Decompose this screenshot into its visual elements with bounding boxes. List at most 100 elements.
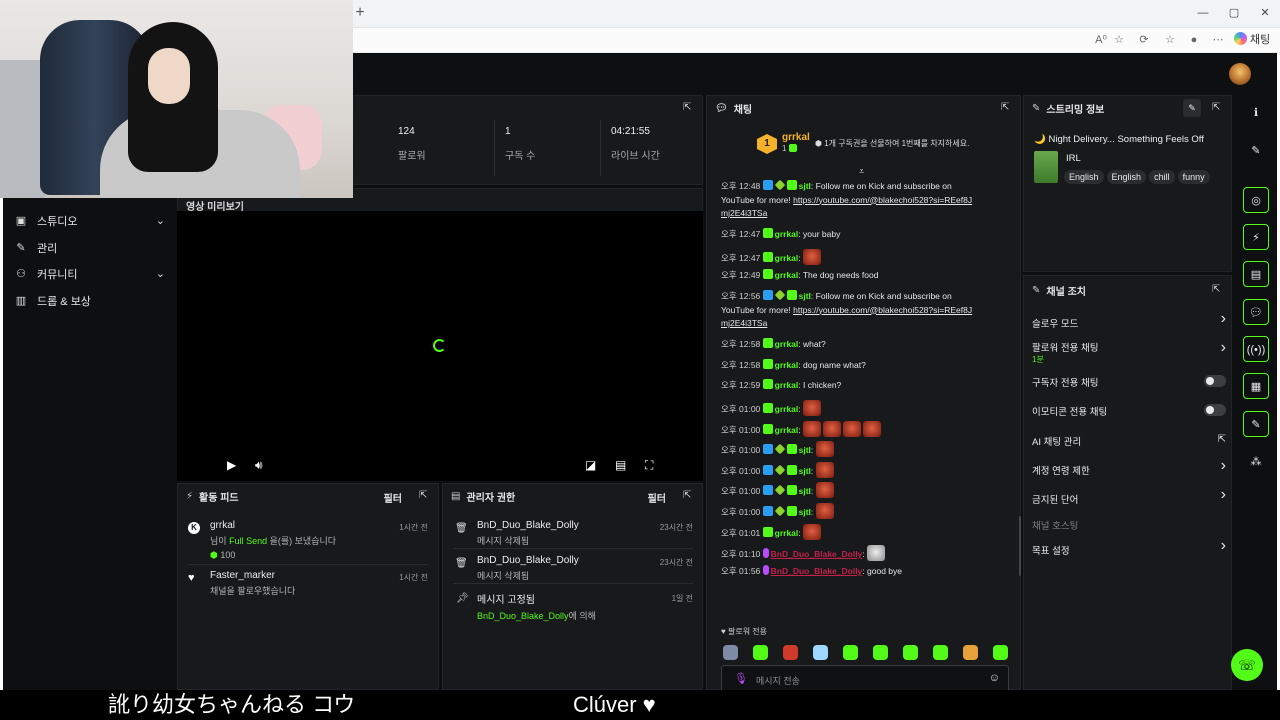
- lightning-icon[interactable]: ⚡: [1243, 224, 1269, 250]
- wrench-icon[interactable]: ✎: [1243, 411, 1269, 437]
- document-icon[interactable]: ▤: [1243, 261, 1269, 287]
- channel-control-item[interactable]: 계정 연령 제한 ›: [1032, 458, 1226, 478]
- popout-icon[interactable]: ⇱: [1212, 284, 1223, 295]
- tag[interactable]: funny: [1177, 170, 1210, 184]
- emote[interactable]: [933, 645, 948, 660]
- tag[interactable]: English: [1106, 170, 1147, 184]
- favorites-bar-icon[interactable]: ☆: [1162, 32, 1178, 48]
- popout-icon[interactable]: ⇱: [419, 490, 430, 501]
- read-aloud-icon[interactable]: A⁰: [1093, 32, 1109, 48]
- play-icon[interactable]: ▶: [227, 459, 236, 471]
- theater-icon[interactable]: ▤: [615, 459, 626, 471]
- message-username[interactable]: grrkal: [775, 528, 799, 538]
- message-username[interactable]: sjtl: [799, 181, 811, 191]
- message-username[interactable]: sjtl: [799, 486, 811, 496]
- popout-icon[interactable]: ⇱: [1001, 102, 1012, 113]
- popout-icon[interactable]: ⇱: [683, 490, 694, 501]
- channel-control-item[interactable]: 금지된 단어 ›: [1032, 487, 1226, 507]
- copilot-button[interactable]: 채팅: [1234, 31, 1278, 49]
- emote[interactable]: [803, 524, 821, 540]
- emote[interactable]: [963, 645, 978, 660]
- sidebar-item-drops[interactable]: ▥ 드롭 & 보상: [15, 291, 165, 311]
- emote[interactable]: [815, 441, 834, 457]
- emote-avatar[interactable]: [723, 645, 738, 660]
- message-username[interactable]: sjtl: [799, 507, 811, 517]
- message-username[interactable]: sjtl: [799, 445, 811, 455]
- emote[interactable]: [815, 462, 834, 478]
- emote[interactable]: [873, 645, 888, 660]
- mic-icon[interactable]: 🎙︎: [734, 672, 748, 685]
- user-avatar[interactable]: [1229, 63, 1251, 85]
- emote[interactable]: [823, 421, 841, 437]
- sidebar-item-community[interactable]: ⚇ 커뮤니티 ⌄: [15, 264, 165, 284]
- emote[interactable]: [803, 421, 821, 437]
- channel-control-item[interactable]: 팔로워 전용 채팅 1분 ›: [1032, 340, 1226, 365]
- emote[interactable]: [843, 645, 858, 660]
- clip-icon[interactable]: ◎: [1243, 187, 1269, 213]
- message-username[interactable]: grrkal: [775, 253, 799, 263]
- support-icon[interactable]: ☏: [1231, 649, 1263, 681]
- scrollbar[interactable]: [1019, 516, 1021, 576]
- minimize-button[interactable]: —: [1194, 6, 1212, 20]
- toggle-switch[interactable]: [1204, 375, 1226, 387]
- emote[interactable]: [815, 482, 834, 498]
- edit-icon[interactable]: ✎: [1243, 138, 1269, 164]
- sidebar-item-studio[interactable]: ▣ 스튜디오 ⌄: [15, 211, 165, 231]
- popout-icon[interactable]: ⇱: [1212, 102, 1223, 113]
- emote[interactable]: [783, 645, 798, 660]
- close-window-button[interactable]: ✕: [1256, 6, 1274, 20]
- volume-icon[interactable]: 🔊︎: [255, 459, 263, 471]
- emote[interactable]: [803, 400, 821, 416]
- new-tab-button[interactable]: +: [352, 4, 368, 22]
- channel-control-item[interactable]: 슬로우 모드 ›: [1032, 311, 1226, 331]
- message-username[interactable]: grrkal: [775, 380, 799, 390]
- message-username[interactable]: grrkal: [775, 404, 799, 414]
- emote[interactable]: [993, 645, 1008, 660]
- emote[interactable]: [803, 249, 821, 265]
- favorite-icon[interactable]: ☆: [1111, 32, 1127, 48]
- emote[interactable]: [903, 645, 918, 660]
- tag[interactable]: chill: [1149, 170, 1175, 184]
- video-preview[interactable]: ▶ 🔊︎ ◪ ▤ ⛶: [177, 211, 703, 481]
- channel-control-item[interactable]: AI 채팅 관리 ⇱: [1032, 434, 1226, 448]
- message-username[interactable]: grrkal: [775, 425, 799, 435]
- message-username[interactable]: grrkal: [775, 360, 799, 370]
- emoji-icon[interactable]: ☺: [989, 672, 1000, 684]
- store-icon[interactable]: ▦: [1243, 373, 1269, 399]
- pinned-toggle-icon[interactable]: ⩡: [859, 166, 864, 177]
- emote[interactable]: [815, 503, 834, 519]
- channel-control-item[interactable]: 목표 설정 ›: [1032, 538, 1226, 558]
- message-username[interactable]: grrkal: [775, 270, 799, 280]
- popout-icon[interactable]: ⇱: [683, 102, 694, 113]
- emote[interactable]: [863, 421, 881, 437]
- filter-button[interactable]: 필터: [648, 490, 666, 505]
- sidebar-item-manage[interactable]: ✎ 관리: [15, 238, 165, 258]
- broadcast-icon[interactable]: ((•)): [1243, 336, 1269, 362]
- message-username[interactable]: grrkal: [775, 339, 799, 349]
- emote[interactable]: [867, 545, 886, 561]
- edit-icon[interactable]: ✎: [1183, 99, 1201, 117]
- community-icon[interactable]: ⁂: [1243, 449, 1269, 475]
- message-username[interactable]: sjtl: [799, 291, 811, 301]
- chat-icon[interactable]: 💬︎: [1243, 299, 1269, 325]
- channel-control-item[interactable]: 구독자 전용 채팅: [1032, 375, 1226, 389]
- emote[interactable]: [843, 421, 861, 437]
- info-icon[interactable]: ℹ: [1243, 100, 1269, 126]
- pip-icon[interactable]: ◪: [585, 459, 596, 471]
- tag[interactable]: English: [1064, 170, 1104, 184]
- message-username[interactable]: BnD_Duo_Blake_Dolly: [771, 566, 863, 576]
- profile-icon[interactable]: ●: [1186, 32, 1202, 48]
- more-icon[interactable]: ⋯: [1210, 32, 1226, 48]
- channel-control-item[interactable]: 이모티콘 전용 채팅: [1032, 404, 1226, 418]
- filter-button[interactable]: 필터: [384, 490, 402, 505]
- message-username[interactable]: sjtl: [799, 466, 811, 476]
- maximize-button[interactable]: ▢: [1225, 6, 1243, 20]
- fullscreen-icon[interactable]: ⛶: [645, 459, 653, 471]
- toggle-switch[interactable]: [1204, 404, 1226, 416]
- message-username[interactable]: grrkal: [775, 229, 799, 239]
- emote[interactable]: [813, 645, 828, 660]
- extensions-icon[interactable]: ⟳: [1136, 32, 1152, 48]
- emote[interactable]: [753, 645, 768, 660]
- chat-input[interactable]: 🎙︎ 메시지 전송 ☺: [721, 665, 1009, 693]
- message-username[interactable]: BnD_Duo_Blake_Dolly: [771, 549, 863, 559]
